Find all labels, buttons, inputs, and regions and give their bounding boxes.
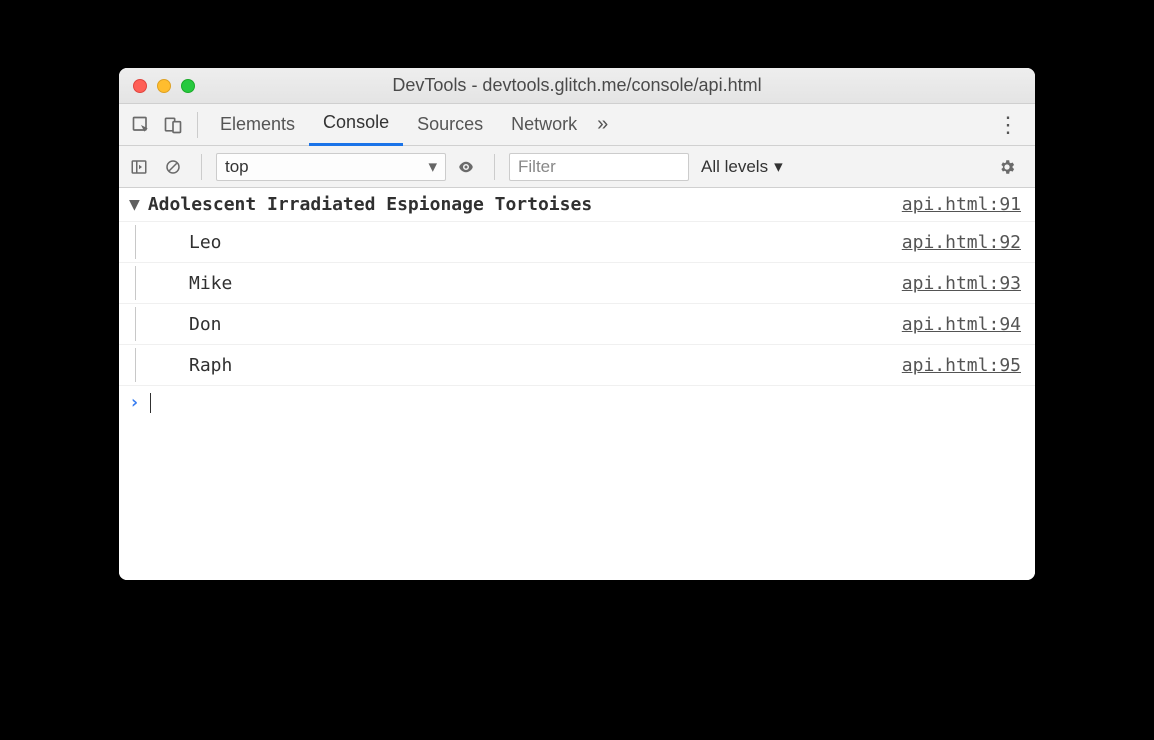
console-output: ▼ Adolescent Irradiated Espionage Tortoi…: [119, 188, 1035, 580]
console-log-text: Leo: [189, 232, 902, 253]
group-indent: [135, 348, 159, 382]
log-levels-selector[interactable]: All levels ▾: [701, 157, 783, 177]
close-window-button[interactable]: [133, 79, 147, 93]
text-cursor: [150, 393, 151, 413]
more-options-icon[interactable]: ⋮: [997, 112, 1019, 138]
execution-context-label: top: [225, 157, 249, 177]
execution-context-selector[interactable]: top ▾: [216, 153, 446, 181]
tab-network[interactable]: Network: [497, 104, 591, 146]
filter-input[interactable]: [509, 153, 689, 181]
chevron-down-icon: ▾: [428, 157, 437, 177]
log-levels-label: All levels: [701, 157, 768, 177]
prompt-caret-icon: ›: [129, 392, 140, 413]
separator: [197, 112, 198, 138]
panel-tab-bar: Elements Console Sources Network » ⋮: [119, 104, 1035, 146]
console-log-row: Raph api.html:95: [119, 345, 1035, 386]
source-link[interactable]: api.html:94: [902, 314, 1021, 335]
console-log-row: Leo api.html:92: [119, 222, 1035, 263]
source-link[interactable]: api.html:93: [902, 273, 1021, 294]
separator: [494, 154, 495, 180]
tabs-overflow-button[interactable]: »: [597, 113, 608, 136]
console-log-text: Don: [189, 314, 902, 335]
device-toolbar-icon[interactable]: [157, 104, 189, 146]
title-bar: DevTools - devtools.glitch.me/console/ap…: [119, 68, 1035, 104]
console-log-row: Mike api.html:93: [119, 263, 1035, 304]
inspect-element-icon[interactable]: [125, 104, 157, 146]
window-controls: [133, 79, 195, 93]
console-settings-icon[interactable]: [993, 153, 1021, 181]
group-indent: [135, 225, 159, 259]
tab-elements[interactable]: Elements: [206, 104, 309, 146]
console-log-text: Raph: [189, 355, 902, 376]
group-indent: [135, 266, 159, 300]
devtools-window: DevTools - devtools.glitch.me/console/ap…: [119, 68, 1035, 580]
toggle-console-sidebar-icon[interactable]: [125, 153, 153, 181]
console-group-label: Adolescent Irradiated Espionage Tortoise…: [148, 194, 902, 215]
zoom-window-button[interactable]: [181, 79, 195, 93]
console-toolbar: top ▾ All levels ▾: [119, 146, 1035, 188]
console-log-text: Mike: [189, 273, 902, 294]
tab-console[interactable]: Console: [309, 104, 403, 146]
source-link[interactable]: api.html:91: [902, 194, 1021, 215]
console-group-header[interactable]: ▼ Adolescent Irradiated Espionage Tortoi…: [119, 188, 1035, 222]
disclosure-triangle-icon[interactable]: ▼: [129, 194, 140, 215]
chevron-down-icon: ▾: [774, 157, 783, 177]
source-link[interactable]: api.html:92: [902, 232, 1021, 253]
separator: [201, 154, 202, 180]
group-indent: [135, 307, 159, 341]
clear-console-icon[interactable]: [159, 153, 187, 181]
console-prompt[interactable]: ›: [119, 386, 1035, 419]
window-title: DevTools - devtools.glitch.me/console/ap…: [119, 75, 1035, 96]
tab-sources[interactable]: Sources: [403, 104, 497, 146]
source-link[interactable]: api.html:95: [902, 355, 1021, 376]
console-log-row: Don api.html:94: [119, 304, 1035, 345]
minimize-window-button[interactable]: [157, 79, 171, 93]
live-expression-icon[interactable]: [452, 153, 480, 181]
